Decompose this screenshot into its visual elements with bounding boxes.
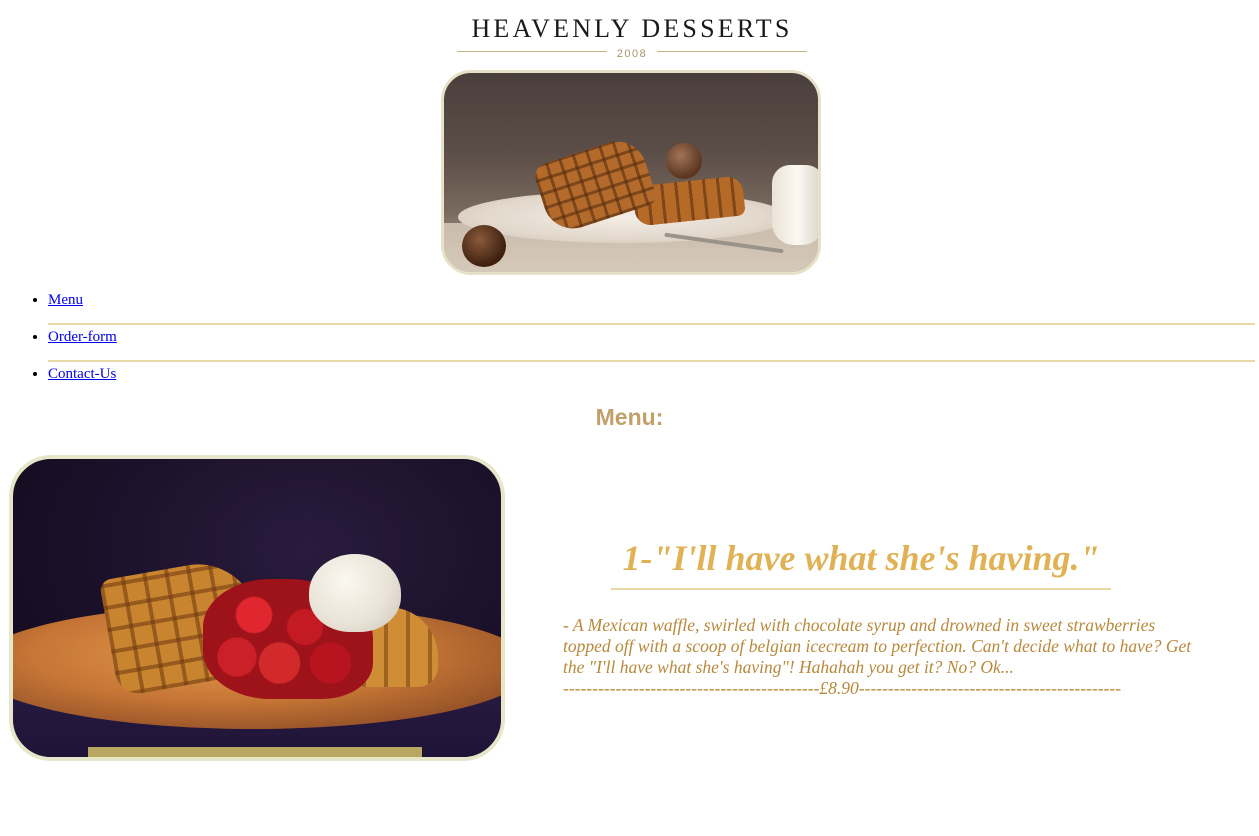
brand-logo: HEAVENLY DESSERTS 2008 — [455, 14, 809, 60]
nav-link-menu[interactable]: Menu — [48, 292, 83, 308]
logo-rule-right — [657, 51, 807, 52]
banner-image — [441, 70, 821, 275]
waffle-dish-image — [9, 455, 505, 761]
menu-item-price: ----------------------------------------… — [563, 678, 1122, 698]
logo-rule-left — [457, 51, 607, 52]
nav-link-order-form[interactable]: Order-form — [48, 329, 117, 345]
menu-item-title: 1-"I'll have what she's having." — [611, 534, 1111, 590]
main-nav: Menu Order-form Contact-Us — [0, 288, 1259, 397]
menu-heading: Menu: — [595, 404, 664, 430]
menu-item-description-text: - A Mexican waffle, swirled with chocola… — [563, 615, 1192, 677]
menu-item-description: - A Mexican waffle, swirled with chocola… — [563, 615, 1203, 699]
nav-item-menu: Menu — [48, 288, 1255, 325]
nav-item-order-form: Order-form — [48, 325, 1255, 362]
logo-year: 2008 — [616, 48, 648, 60]
nav-item-contact-us: Contact-Us — [48, 362, 1255, 397]
logo-title: HEAVENLY DESSERTS — [471, 14, 793, 43]
logo-subline: 2008 — [455, 44, 809, 60]
nav-link-contact-us[interactable]: Contact-Us — [48, 366, 116, 382]
